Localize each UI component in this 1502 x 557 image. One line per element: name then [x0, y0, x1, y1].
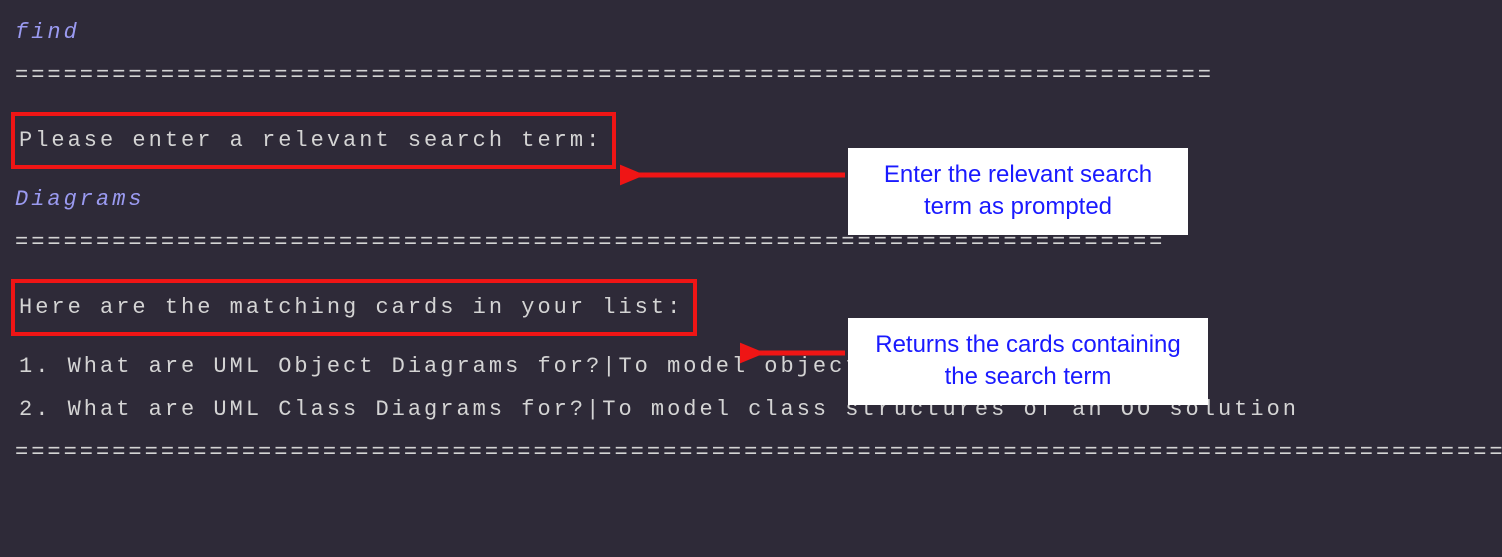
results-header-text: Here are the matching cards in your list… — [19, 295, 683, 320]
result-row: 1. What are UML Object Diagrams for?|To … — [15, 354, 1487, 379]
annotation-callout-results: Returns the cards containing the search … — [848, 318, 1208, 405]
prompt-highlight-box: Please enter a relevant search term: — [11, 112, 616, 169]
command-input: find — [15, 20, 1487, 45]
divider-line: ========================================… — [15, 63, 1487, 88]
divider-line: ========================================… — [15, 440, 1487, 465]
results-header-highlight-box: Here are the matching cards in your list… — [11, 279, 697, 336]
annotation-callout-prompt: Enter the relevant search term as prompt… — [848, 148, 1188, 235]
search-prompt-text: Please enter a relevant search term: — [19, 128, 602, 153]
search-term-input: Diagrams — [15, 187, 1487, 212]
result-row: 2. What are UML Class Diagrams for?|To m… — [15, 397, 1487, 422]
divider-line: ========================================… — [15, 230, 1487, 255]
